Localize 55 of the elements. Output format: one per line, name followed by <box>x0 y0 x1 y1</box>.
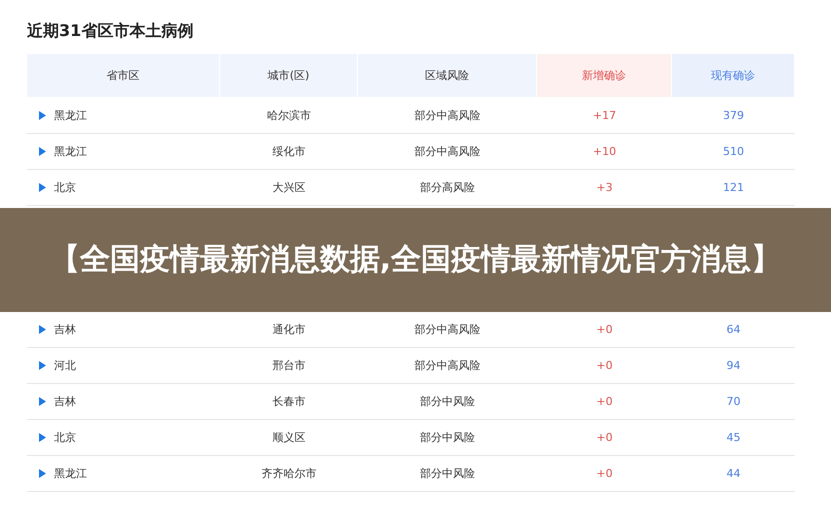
table-cell: 吉林 <box>54 394 76 409</box>
table-cell: 45 <box>672 420 795 456</box>
table-cell: +10 <box>537 134 672 170</box>
table-cell: 邢台市 <box>220 348 358 384</box>
table-cell: 部分中风险 <box>358 456 537 492</box>
column-header: 省市区 <box>27 54 219 97</box>
table-cell: 70 <box>672 384 795 420</box>
table-cell: 河北 <box>54 358 76 373</box>
table-cell: 121 <box>672 170 795 206</box>
table-cell: +0 <box>537 348 672 384</box>
banner-title: 【全国疫情最新消息数据,全国疫情最新情况官方消息】 <box>50 241 782 279</box>
expand-icon[interactable] <box>39 397 46 406</box>
table-cell: 黑龙江 <box>54 108 87 123</box>
table-cell: 绥化市 <box>220 134 358 170</box>
table-cell: 黑龙江 <box>54 466 87 481</box>
table-cell: 北京 <box>54 430 76 445</box>
column-header: 区域风险 <box>358 54 536 97</box>
table-cell: 通化市 <box>220 312 358 348</box>
table-cell: +0 <box>537 312 672 348</box>
column-header: 现有确诊 <box>672 54 794 97</box>
table-cell: 顺义区 <box>220 420 358 456</box>
column-header: 新增确诊 <box>537 54 671 97</box>
table-cell: 大兴区 <box>220 170 358 206</box>
table-cell: 长春市 <box>220 384 358 420</box>
table-cell: 部分高风险 <box>358 170 537 206</box>
table-cell: 部分中高风险 <box>358 312 537 348</box>
table-cell: 379 <box>672 98 795 134</box>
expand-icon[interactable] <box>39 433 46 442</box>
table-cell: 510 <box>672 134 795 170</box>
table-cell: 部分中风险 <box>358 420 537 456</box>
expand-icon[interactable] <box>39 147 46 156</box>
table-cell: 44 <box>672 456 795 492</box>
expand-icon[interactable] <box>39 325 46 334</box>
table-cell: 部分中高风险 <box>358 98 537 134</box>
section-title: 近期31省区市本土病例 <box>27 20 194 42</box>
expand-icon[interactable] <box>39 469 46 478</box>
table-cell: 部分中高风险 <box>358 134 537 170</box>
table-cell: +0 <box>537 384 672 420</box>
table-cell: +17 <box>537 98 672 134</box>
table-cell: +0 <box>537 456 672 492</box>
table-cell: 64 <box>672 312 795 348</box>
table-cell: 部分中风险 <box>358 384 537 420</box>
expand-icon[interactable] <box>39 183 46 192</box>
table-cell: 黑龙江 <box>54 144 87 159</box>
table-cell: 吉林 <box>54 322 76 337</box>
table-cell: 齐齐哈尔市 <box>220 456 358 492</box>
table-cell: +0 <box>537 420 672 456</box>
expand-icon[interactable] <box>39 111 46 120</box>
table-cell: 部分中高风险 <box>358 348 537 384</box>
table-cell: 哈尔滨市 <box>220 98 358 134</box>
table-cell: 94 <box>672 348 795 384</box>
expand-icon[interactable] <box>39 361 46 370</box>
table-cell: +3 <box>537 170 672 206</box>
table-cell: 北京 <box>54 180 76 195</box>
column-header: 城市(区) <box>220 54 357 97</box>
